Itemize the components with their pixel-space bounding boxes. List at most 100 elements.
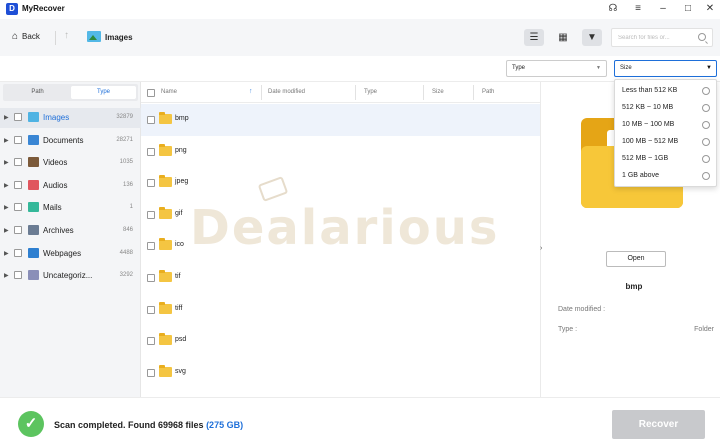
maximize-icon[interactable]: □ bbox=[680, 2, 696, 16]
category-count: 28271 bbox=[116, 136, 133, 143]
column-size[interactable]: Size bbox=[432, 89, 444, 95]
headset-icon[interactable]: ☊ bbox=[605, 2, 621, 16]
expand-arrow-icon[interactable]: ▶ bbox=[4, 114, 9, 121]
list-view-button[interactable]: ☰ bbox=[524, 29, 544, 46]
table-row[interactable]: psd bbox=[141, 325, 540, 357]
home-icon: ⌂ bbox=[12, 31, 19, 42]
row-checkbox[interactable] bbox=[147, 147, 155, 156]
status-size: (275 GB) bbox=[206, 420, 244, 430]
expand-arrow-icon[interactable]: ▶ bbox=[4, 227, 9, 234]
select-all-checkbox[interactable] bbox=[147, 89, 155, 97]
column-name[interactable]: Name bbox=[161, 89, 177, 95]
table-row[interactable]: png bbox=[141, 136, 540, 168]
category-checkbox[interactable] bbox=[14, 226, 22, 234]
expand-arrow-icon[interactable]: ▶ bbox=[4, 272, 9, 279]
row-checkbox[interactable] bbox=[147, 368, 155, 377]
expand-arrow-icon[interactable]: ▶ bbox=[4, 159, 9, 166]
category-checkbox[interactable] bbox=[14, 271, 22, 280]
grid-view-button[interactable]: ▦ bbox=[553, 29, 573, 46]
radio-button[interactable] bbox=[702, 172, 710, 180]
row-checkbox[interactable] bbox=[147, 210, 155, 219]
category-label: Webpages bbox=[43, 248, 82, 258]
sidebar: Path Type ▶ Images 32879 ▶ Documents 28271 ▶ Vi… bbox=[0, 82, 141, 397]
category-checkbox[interactable] bbox=[14, 135, 22, 144]
filter-button[interactable]: ▼ bbox=[582, 29, 602, 46]
open-button[interactable]: Open bbox=[606, 251, 666, 267]
size-option[interactable]: 100 MB ~ 512 MB bbox=[615, 133, 716, 150]
size-option[interactable]: 1 GB above bbox=[615, 167, 716, 184]
close-icon[interactable]: ✕ bbox=[702, 2, 718, 16]
column-path[interactable]: Path bbox=[482, 89, 494, 95]
images-icon bbox=[87, 31, 101, 42]
back-button[interactable]: ⌂ Back bbox=[12, 31, 40, 42]
type-filter-select[interactable]: Type ▼ bbox=[506, 60, 607, 77]
sort-up-icon[interactable]: ↑ bbox=[249, 88, 253, 95]
row-checkbox[interactable] bbox=[147, 242, 155, 251]
category-checkbox[interactable] bbox=[14, 203, 22, 212]
tab-path[interactable]: Path bbox=[5, 86, 70, 99]
sidebar-item-mails[interactable]: ▶ Mails 1 bbox=[0, 198, 141, 218]
radio-button[interactable] bbox=[702, 138, 710, 146]
category-checkbox[interactable] bbox=[14, 158, 22, 167]
size-option[interactable]: 512 KB ~ 10 MB bbox=[615, 99, 716, 116]
size-option[interactable]: Less than 512 KB bbox=[615, 82, 716, 99]
chevron-right-icon[interactable]: › bbox=[540, 245, 542, 252]
expand-arrow-icon[interactable]: ▶ bbox=[4, 204, 9, 211]
row-checkbox[interactable] bbox=[147, 116, 155, 124]
category-checkbox[interactable] bbox=[14, 113, 22, 121]
sidebar-item-documents[interactable]: ▶ Documents 28271 bbox=[0, 131, 141, 151]
radio-button[interactable] bbox=[702, 121, 710, 129]
row-checkbox[interactable] bbox=[147, 274, 155, 282]
category-label: Videos bbox=[43, 158, 68, 168]
size-option[interactable]: 10 MB ~ 100 MB bbox=[615, 116, 716, 133]
column-date-modified[interactable]: Date modified bbox=[268, 89, 305, 95]
chevron-down-icon: ▼ bbox=[596, 65, 601, 71]
category-checkbox[interactable] bbox=[14, 180, 22, 189]
column-divider bbox=[355, 85, 356, 100]
search-box[interactable] bbox=[611, 28, 713, 47]
table-row[interactable]: tiff bbox=[141, 294, 540, 326]
radio-button[interactable] bbox=[702, 155, 710, 163]
sidebar-item-videos[interactable]: ▶ Videos 1035 bbox=[0, 153, 141, 173]
expand-arrow-icon[interactable]: ▶ bbox=[4, 137, 9, 144]
table-row[interactable]: svg bbox=[141, 357, 540, 389]
radio-button[interactable] bbox=[702, 87, 710, 95]
back-label: Back bbox=[22, 32, 40, 41]
toolbar: ⌂ Back ↑ Images ☰ ▦ ▼ bbox=[0, 19, 720, 56]
sidebar-item-audios[interactable]: ▶ Audios 136 bbox=[0, 176, 141, 196]
video-icon bbox=[28, 157, 39, 168]
row-checkbox[interactable] bbox=[147, 179, 155, 188]
search-icon[interactable] bbox=[698, 33, 706, 41]
table-row[interactable]: bmp bbox=[141, 104, 540, 136]
search-input[interactable] bbox=[618, 32, 698, 44]
up-arrow-icon[interactable]: ↑ bbox=[64, 30, 69, 41]
question-icon bbox=[28, 270, 39, 281]
file-name: tiff bbox=[175, 304, 183, 312]
file-name: jpeg bbox=[175, 178, 189, 186]
size-filter-select[interactable]: Size ▼ bbox=[614, 60, 717, 77]
column-type[interactable]: Type bbox=[364, 89, 377, 95]
watermark: Dealarious bbox=[190, 170, 530, 270]
category-checkbox[interactable] bbox=[14, 248, 22, 257]
folder-icon bbox=[159, 112, 172, 124]
category-label: Uncategoriz... bbox=[43, 271, 93, 281]
tab-type[interactable]: Type bbox=[71, 86, 136, 99]
folder-icon bbox=[159, 143, 172, 156]
size-option[interactable]: 512 MB ~ 1GB bbox=[615, 150, 716, 167]
size-option-label: 512 MB ~ 1GB bbox=[622, 155, 669, 162]
type-label: Type : bbox=[558, 326, 578, 333]
sidebar-item-archives[interactable]: ▶ Archives 846 bbox=[0, 221, 141, 241]
expand-arrow-icon[interactable]: ▶ bbox=[4, 182, 9, 189]
status-message: Scan completed. Found 69968 files bbox=[54, 420, 204, 430]
sidebar-item-images[interactable]: ▶ Images 32879 bbox=[0, 108, 141, 128]
sidebar-item-webpages[interactable]: ▶ Webpages 4488 bbox=[0, 244, 141, 264]
radio-button[interactable] bbox=[702, 104, 710, 112]
menu-icon[interactable]: ≡ bbox=[630, 2, 646, 16]
recover-button[interactable]: Recover bbox=[612, 410, 705, 439]
row-checkbox[interactable] bbox=[147, 337, 155, 346]
row-checkbox[interactable] bbox=[147, 305, 155, 314]
minimize-icon[interactable]: – bbox=[655, 2, 671, 16]
size-option-label: 1 GB above bbox=[622, 172, 659, 179]
expand-arrow-icon[interactable]: ▶ bbox=[4, 250, 9, 257]
sidebar-item-uncategoriz[interactable]: ▶ Uncategoriz... 3292 bbox=[0, 266, 141, 286]
